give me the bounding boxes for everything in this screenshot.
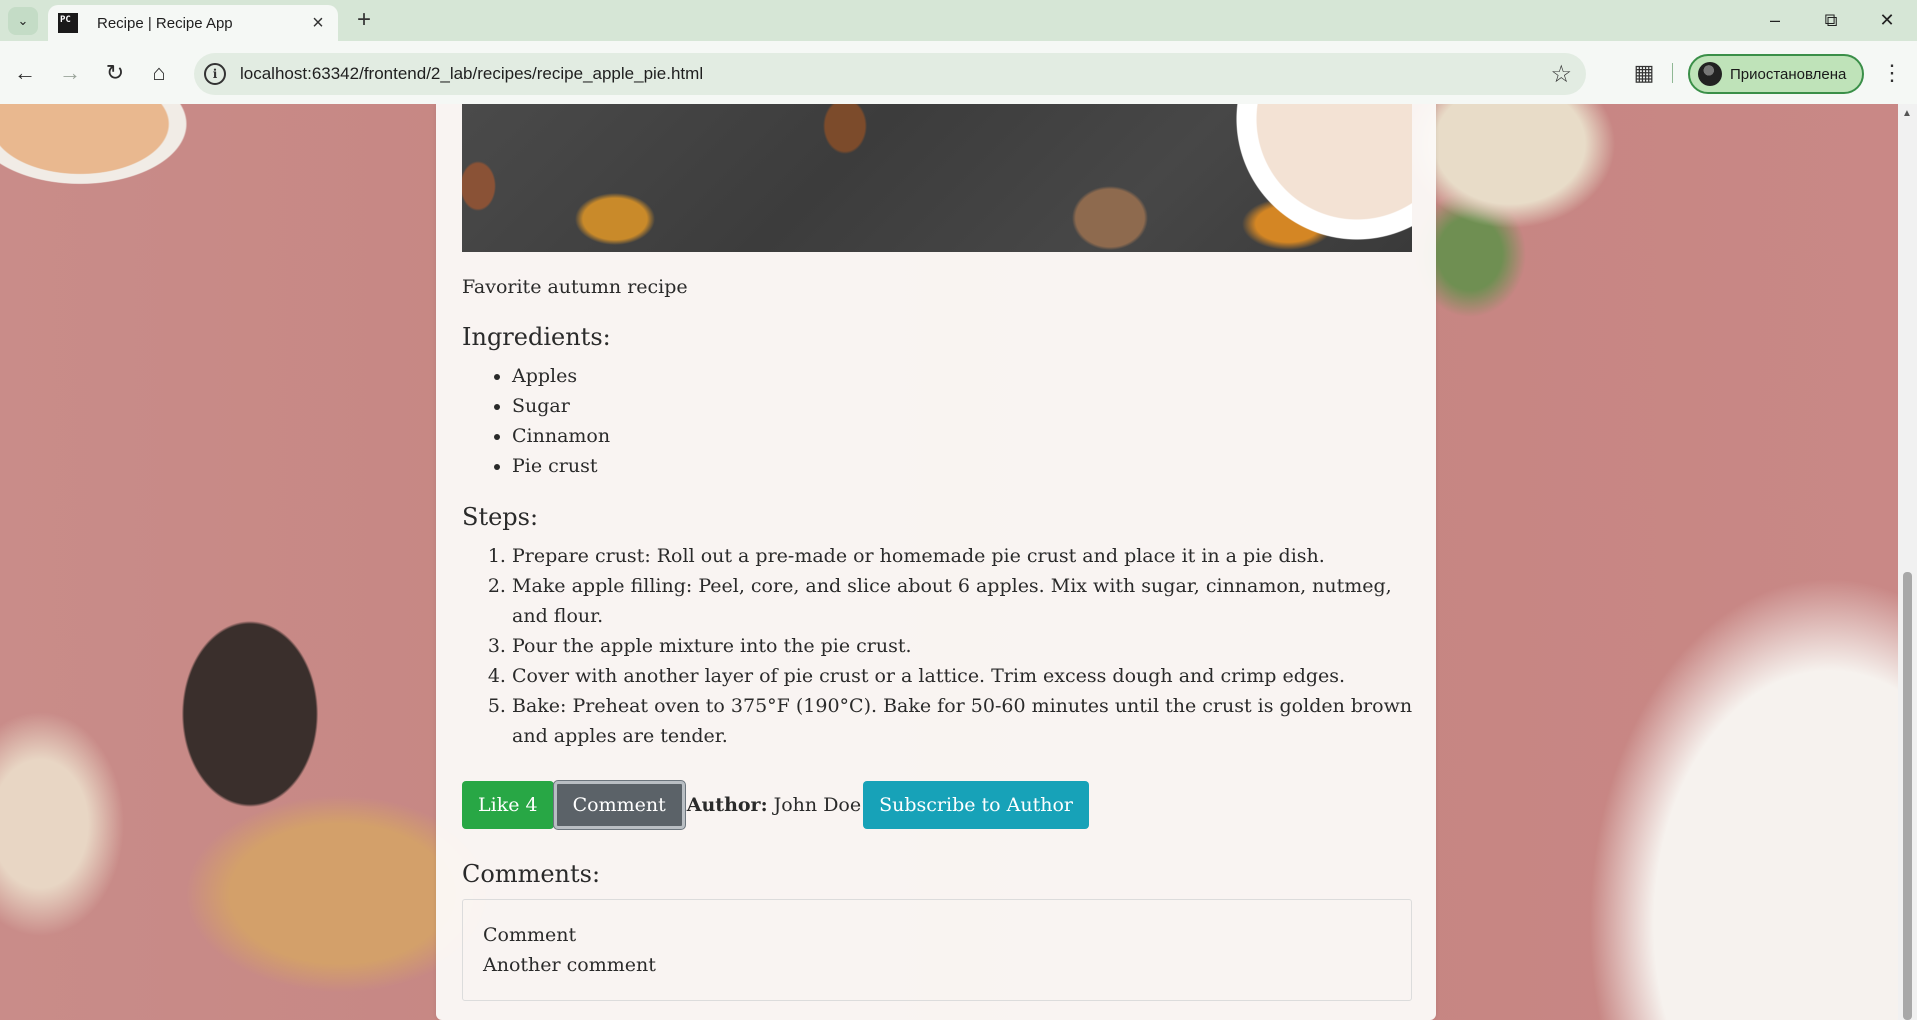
scrollbar-thumb[interactable] (1903, 572, 1912, 1020)
minimize-icon[interactable]: – (1747, 0, 1803, 41)
steps-heading: Steps: (462, 503, 539, 531)
comment-button[interactable]: Comment (553, 781, 685, 829)
more-icon[interactable]: ⋮ (1880, 57, 1904, 89)
list-item: Cover with another layer of pie crust or… (512, 661, 1422, 691)
profile-label: Приостановлена (1730, 65, 1847, 83)
address-bar[interactable]: i localhost:63342/frontend/2_lab/recipes… (194, 53, 1586, 95)
author-label: Author: (686, 794, 768, 816)
steps-list: Prepare crust: Roll out a pre-made or ho… (512, 541, 1422, 751)
plus-icon[interactable]: + (350, 6, 378, 34)
list-item: Make apple filling: Peel, core, and slic… (512, 571, 1422, 631)
subscribe-button[interactable]: Subscribe to Author (863, 781, 1090, 829)
avatar (1698, 62, 1722, 86)
reload-icon[interactable]: ↻ (99, 57, 131, 89)
comment-item: Comment (483, 924, 577, 946)
recipe-card: Favorite autumn recipe Ingredients: Appl… (436, 104, 1436, 1020)
recipe-hero-image (462, 104, 1412, 252)
author-name: John Doe (773, 794, 862, 816)
profile-button[interactable]: Приостановлена (1688, 54, 1864, 94)
toolbar-divider (1672, 63, 1673, 83)
extensions-icon[interactable]: ▦ (1628, 57, 1660, 89)
list-item: Pour the apple mixture into the pie crus… (512, 631, 1422, 661)
like-button[interactable]: Like 4 (462, 781, 554, 829)
tab-search-icon[interactable]: ⌄ (8, 7, 38, 35)
star-icon[interactable]: ☆ (1550, 60, 1572, 89)
list-item: Apples (512, 361, 610, 391)
recipe-tagline: Favorite autumn recipe (462, 276, 688, 298)
info-icon[interactable]: i (204, 63, 226, 85)
close-icon[interactable]: × (308, 13, 328, 33)
tab-title: Recipe | Recipe App (97, 14, 233, 32)
ingredients-heading: Ingredients: (462, 323, 611, 351)
restore-icon[interactable]: ⧉ (1803, 0, 1859, 41)
list-item: Sugar (512, 391, 610, 421)
list-item: Cinnamon (512, 421, 610, 451)
active-tab[interactable]: PC Recipe | Recipe App × (48, 5, 338, 41)
tab-bar: ⌄ PC Recipe | Recipe App × + – ⧉ ✕ (0, 0, 1917, 41)
page-scrollbar[interactable]: ▲ (1898, 104, 1917, 1020)
list-item: Bake: Preheat oven to 375°F (190°C). Bak… (512, 691, 1422, 751)
ingredients-list: Apples Sugar Cinnamon Pie crust (512, 361, 610, 481)
pycharm-favicon-icon: PC (58, 13, 78, 33)
back-icon[interactable]: ← (9, 57, 41, 89)
home-icon[interactable]: ⌂ (143, 57, 175, 89)
list-item: Pie crust (512, 451, 610, 481)
list-item: Prepare crust: Roll out a pre-made or ho… (512, 541, 1422, 571)
author-info: Author: John Doe (687, 794, 861, 816)
comments-list: Comment Another comment (462, 899, 1412, 1001)
window-close-icon[interactable]: ✕ (1859, 0, 1915, 41)
scroll-up-icon[interactable]: ▲ (1902, 108, 1912, 119)
browser-toolbar: ← → ↻ ⌂ i localhost:63342/frontend/2_lab… (0, 41, 1917, 104)
recipe-actions: Like 4 Comment Author: John Doe Subscrib… (462, 781, 1090, 829)
url-text[interactable]: localhost:63342/frontend/2_lab/recipes/r… (240, 64, 703, 84)
comment-item: Another comment (483, 954, 656, 976)
page-viewport: Favorite autumn recipe Ingredients: Appl… (0, 104, 1898, 1020)
comments-heading: Comments: (462, 860, 601, 888)
forward-icon[interactable]: → (54, 57, 86, 89)
